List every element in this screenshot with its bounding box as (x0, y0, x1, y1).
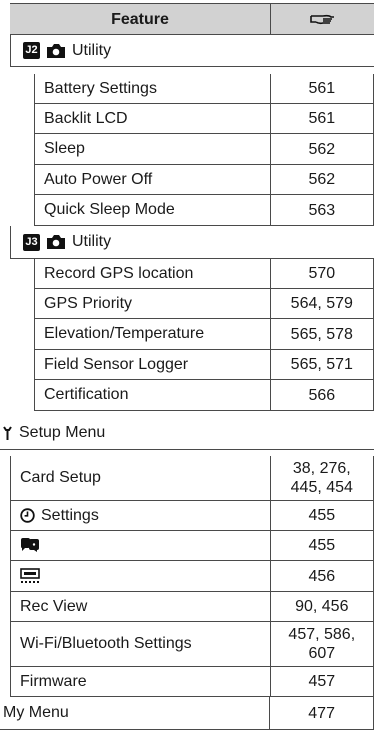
feature-name: Battery Settings (35, 74, 271, 103)
page-number: 455 (308, 507, 336, 524)
page-number: 457 (308, 673, 336, 690)
feature-name: Field Sensor Logger (35, 350, 271, 379)
page-number: 561 (308, 110, 336, 127)
feature-name: My Menu (0, 697, 271, 729)
table-row: Battery Settings 561 (34, 74, 374, 104)
page-number: 562 (308, 171, 336, 188)
page-number: 457, 586, 607 (288, 626, 356, 662)
page-number: 90, 456 (295, 598, 349, 615)
section-utility-2: J2 Utility (10, 35, 374, 67)
table-row: Quick Sleep Mode 563 (34, 195, 374, 226)
table-row: Card Setup 38, 276, 445, 454 (10, 456, 374, 501)
page-number: 564, 579 (290, 295, 353, 312)
section-title: Setup Menu (19, 424, 106, 441)
page-number: 565, 571 (290, 356, 353, 373)
page-number: 477 (308, 704, 335, 722)
page-number: 38, 276, 445, 454 (290, 460, 353, 496)
feature-name: Record GPS location (35, 259, 271, 288)
page-number: 455 (308, 537, 336, 554)
feature-name: Certification (35, 380, 271, 410)
page-number: 561 (308, 80, 336, 97)
page-number: 456 (308, 567, 336, 585)
page-number: 565, 578 (290, 325, 353, 343)
reference-table: Feature J2 Utility Battery Settings 561 … (0, 0, 382, 744)
feature-name: GPS Priority (35, 289, 271, 318)
table-row: Firmware 457 (10, 667, 374, 697)
clock-icon (20, 508, 35, 523)
section-title: Utility (72, 233, 112, 250)
table-row: Backlit LCD 561 (34, 104, 374, 134)
table-row: Rec View 90, 456 (10, 592, 374, 622)
page-number: 566 (308, 386, 336, 404)
feature-name: Elevation/Temperature (35, 319, 271, 349)
feature-name: Auto Power Off (35, 165, 271, 194)
section-utility-3: J3 Utility (10, 226, 374, 259)
table-row: Field Sensor Logger 565, 571 (34, 350, 374, 380)
table-row: GPS Priority 564, 579 (34, 289, 374, 319)
feature-name: Quick Sleep Mode (35, 195, 271, 225)
table-row: Record GPS location 570 (34, 259, 374, 289)
section-title: Utility (72, 41, 112, 59)
page-reference-hand-icon (271, 4, 374, 34)
feature-column-header: Feature (10, 4, 271, 34)
custom-menu-j2-icon: J2 (23, 42, 40, 59)
feature-name (11, 531, 271, 560)
table-row: 455 (10, 531, 374, 561)
my-menu-row: My Menu 477 (0, 697, 374, 730)
camera-icon (46, 234, 66, 250)
custom-menu-j3-icon: J3 (23, 233, 40, 251)
feature-name: Sleep (35, 134, 271, 164)
table-row: 456 (10, 561, 374, 592)
feature-name: Settings (11, 501, 271, 530)
monitor-brightness-icon (20, 568, 40, 584)
table-row: Certification 566 (34, 380, 374, 411)
page-number: 563 (308, 201, 336, 219)
camera-icon (46, 43, 66, 59)
feature-name: Card Setup (11, 456, 271, 500)
table-row: Auto Power Off 562 (34, 165, 374, 195)
feature-name: Firmware (11, 667, 271, 696)
feature-name: Backlit LCD (35, 104, 271, 133)
feature-name: Wi-Fi/Bluetooth Settings (11, 622, 271, 666)
table-row: Sleep 562 (34, 134, 374, 165)
table-row: Wi-Fi/Bluetooth Settings 457, 586, 607 (10, 622, 374, 667)
section-setup-menu: Setup Menu (0, 417, 374, 450)
table-header: Feature (10, 3, 374, 35)
wrench-icon (3, 425, 13, 441)
language-icon (20, 538, 40, 553)
feature-name (11, 561, 271, 591)
page-number: 570 (308, 265, 336, 282)
table-row: Elevation/Temperature 565, 578 (34, 319, 374, 350)
page-number: 562 (308, 140, 336, 158)
feature-name: Rec View (11, 592, 271, 621)
table-row: Settings 455 (10, 501, 374, 531)
